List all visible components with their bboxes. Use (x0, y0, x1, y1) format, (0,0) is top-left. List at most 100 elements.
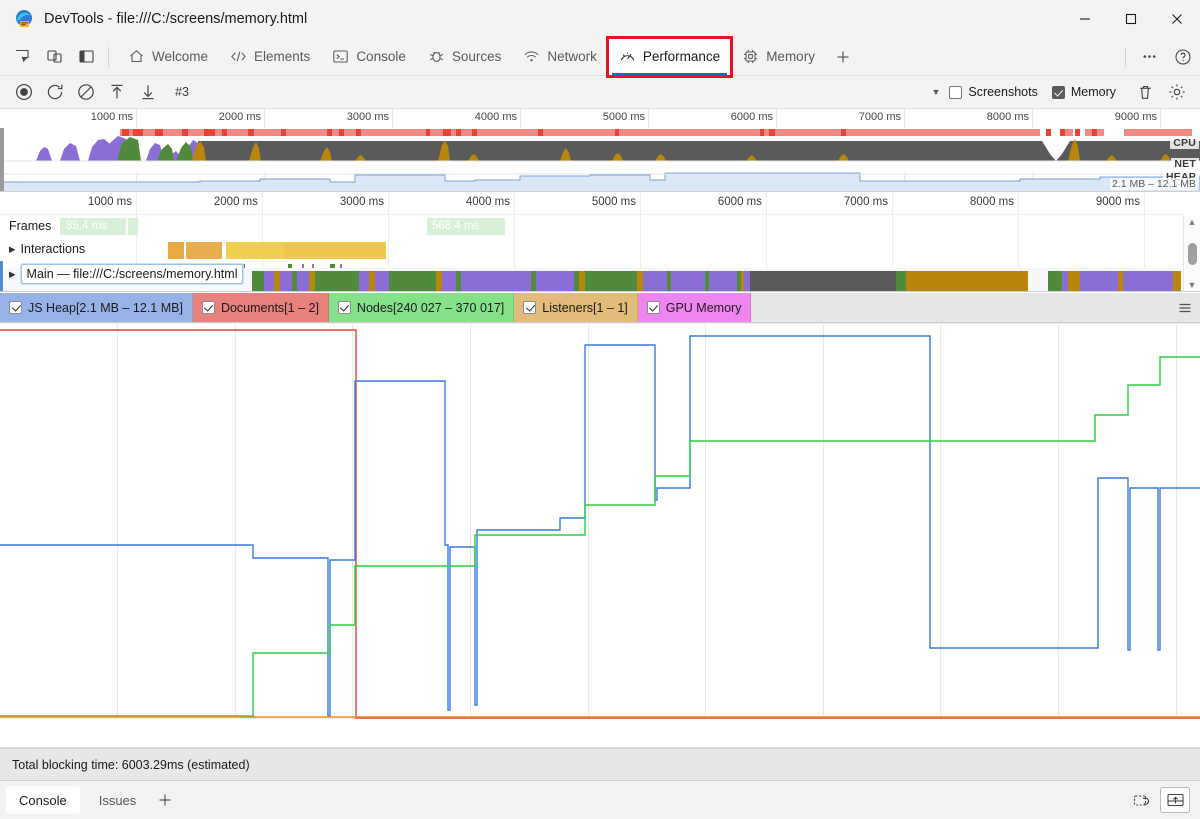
chart-series-group (0, 329, 1200, 719)
track-label-interactions[interactable]: ▶ Interactions (0, 242, 85, 256)
expand-triangle-icon[interactable]: ▶ (9, 269, 16, 280)
legend-nodes[interactable]: Nodes[240 027 – 370 017] (328, 293, 515, 322)
memory-chart-canvas[interactable] (0, 323, 1200, 719)
legend-label: Listeners[1 – 1] (542, 300, 628, 315)
tracks-scrollbar[interactable]: ▲ ▼ (1183, 215, 1200, 291)
overview-left-handle[interactable] (0, 128, 4, 191)
screenshots-checkbox[interactable]: Screenshots (949, 85, 1038, 99)
memory-counters-chart[interactable] (0, 323, 1200, 719)
add-panel-button[interactable] (826, 38, 860, 76)
overview-canvas[interactable] (0, 109, 1200, 192)
drawer-tab-label: Issues (98, 792, 137, 808)
chart-series-documents (0, 329, 1200, 719)
legend-documents[interactable]: Documents[1 – 2] (192, 293, 329, 322)
nodes-checkbox[interactable] (337, 301, 351, 314)
expand-triangle-icon[interactable]: ▶ (9, 244, 16, 255)
documents-checkbox[interactable] (201, 301, 215, 314)
tab-label: Console (356, 49, 406, 64)
track-name: Frames (9, 219, 52, 233)
tabstrip-right-controls (1119, 42, 1200, 72)
memory-label: Memory (1070, 85, 1116, 99)
tab-welcome[interactable]: Welcome (117, 38, 219, 76)
interaction-bars (168, 242, 386, 259)
close-button[interactable] (1154, 0, 1200, 38)
tab-console[interactable]: Console (321, 38, 417, 76)
toolbar-divider (108, 46, 109, 67)
frame-duration-label: 568.4 ms (432, 220, 480, 232)
drawer-right-controls (1126, 787, 1200, 813)
timeline-overview[interactable]: 1000 ms 2000 ms 3000 ms 4000 ms 5000 ms … (0, 109, 1200, 192)
listeners-checkbox[interactable] (523, 301, 537, 314)
clear-slash-icon[interactable] (70, 78, 101, 106)
legend-spacer (751, 293, 1170, 322)
device-toggle-icon[interactable] (40, 44, 68, 70)
memory-counters-legend: JS Heap[2.1 MB – 12.1 MB] Documents[1 – … (0, 293, 1200, 323)
legend-gpu-memory[interactable]: GPU Memory (637, 293, 752, 322)
memory-checkbox[interactable]: Memory (1051, 85, 1116, 99)
memory-chip-icon (742, 48, 759, 65)
edge-devtools-logo-icon (14, 9, 34, 29)
record-button[interactable] (8, 78, 39, 106)
track-name: Main — file:///C:/screens/memory.html (20, 264, 244, 284)
chart-series-js-heap (0, 335, 1200, 717)
hamburger-menu-icon[interactable] (1170, 293, 1200, 322)
tab-memory[interactable]: Memory (731, 38, 826, 76)
scrollbar-thumb[interactable] (1187, 242, 1197, 265)
tab-label: Network (547, 49, 597, 64)
chevron-down-icon[interactable]: ▼ (1188, 280, 1197, 290)
tab-network[interactable]: Network (512, 38, 608, 76)
tab-elements[interactable]: Elements (219, 38, 321, 76)
reload-and-record-button[interactable] (39, 78, 70, 106)
tab-performance[interactable]: Performance (605, 35, 734, 78)
record-toolbar: #3 ▼ Screenshots Memory (0, 76, 1200, 109)
caret-down-icon[interactable]: ▼ (931, 87, 940, 97)
download-arrow-icon[interactable] (132, 78, 163, 106)
gear-icon[interactable] (1161, 78, 1192, 106)
memory-checkbox-box[interactable] (1051, 85, 1065, 99)
tab-label: Sources (451, 49, 502, 64)
heap-range-label: 2.1 MB – 12.1 MB (1109, 178, 1198, 190)
panel-bottom-icon[interactable] (1160, 787, 1190, 813)
drawer-tab-issues[interactable]: Issues (86, 786, 150, 814)
frame-duration-label: 85.4 ms (66, 220, 107, 232)
tab-label: Memory (766, 49, 815, 64)
chart-bottom-padding (0, 719, 1200, 748)
legend-listeners[interactable]: Listeners[1 – 1] (514, 293, 638, 322)
window-controls (1062, 0, 1200, 38)
screenshots-label: Screenshots (968, 85, 1038, 99)
question-circle-icon[interactable] (1166, 42, 1200, 72)
drawer-tab-bar: Console Issues (0, 781, 1200, 819)
chevron-up-icon[interactable]: ▲ (1188, 217, 1197, 227)
legend-label: Documents[1 – 2] (220, 300, 319, 315)
tab-label: Performance (642, 49, 721, 64)
speedometer-icon (619, 48, 636, 65)
dock-rotate-icon[interactable] (1126, 787, 1156, 813)
tab-label: Elements (254, 49, 311, 64)
inspect-cursor-icon[interactable] (8, 44, 36, 70)
dock-icon-group (0, 44, 100, 70)
maximize-button[interactable] (1108, 0, 1154, 38)
ellipsis-icon[interactable] (1132, 42, 1166, 72)
heap-area (0, 172, 1200, 191)
tab-label: Welcome (152, 49, 209, 64)
timeline-tracks[interactable]: 1000 ms 2000 ms 3000 ms 4000 ms 5000 ms … (0, 192, 1200, 292)
track-label-main[interactable]: ▶ Main — file:///C:/screens/memory.html (0, 264, 244, 284)
add-drawer-tab-button[interactable] (149, 786, 181, 814)
gpu-memory-checkbox[interactable] (646, 301, 660, 314)
devtools-window: DevTools - file:///C:/screens/memory.htm… (0, 0, 1200, 819)
drawer-tab-console[interactable]: Console (6, 786, 80, 814)
toolbar-divider (1125, 46, 1126, 67)
window-title: DevTools - file:///C:/screens/memory.htm… (44, 10, 308, 27)
tab-sources[interactable]: Sources (417, 38, 513, 76)
screenshots-checkbox-box[interactable] (949, 85, 963, 99)
overview-cpu-label: CPU (1170, 137, 1199, 149)
track-label-frames[interactable]: Frames (0, 219, 56, 233)
trash-icon[interactable] (1130, 78, 1161, 106)
legend-js-heap[interactable]: JS Heap[2.1 MB – 12.1 MB] (0, 293, 193, 322)
legend-label: GPU Memory (665, 300, 742, 315)
panel-left-icon[interactable] (72, 44, 100, 70)
minimize-button[interactable] (1062, 0, 1108, 38)
js-heap-checkbox[interactable] (9, 301, 22, 314)
title-bar: DevTools - file:///C:/screens/memory.htm… (0, 0, 1200, 38)
upload-arrow-icon[interactable] (101, 78, 132, 106)
